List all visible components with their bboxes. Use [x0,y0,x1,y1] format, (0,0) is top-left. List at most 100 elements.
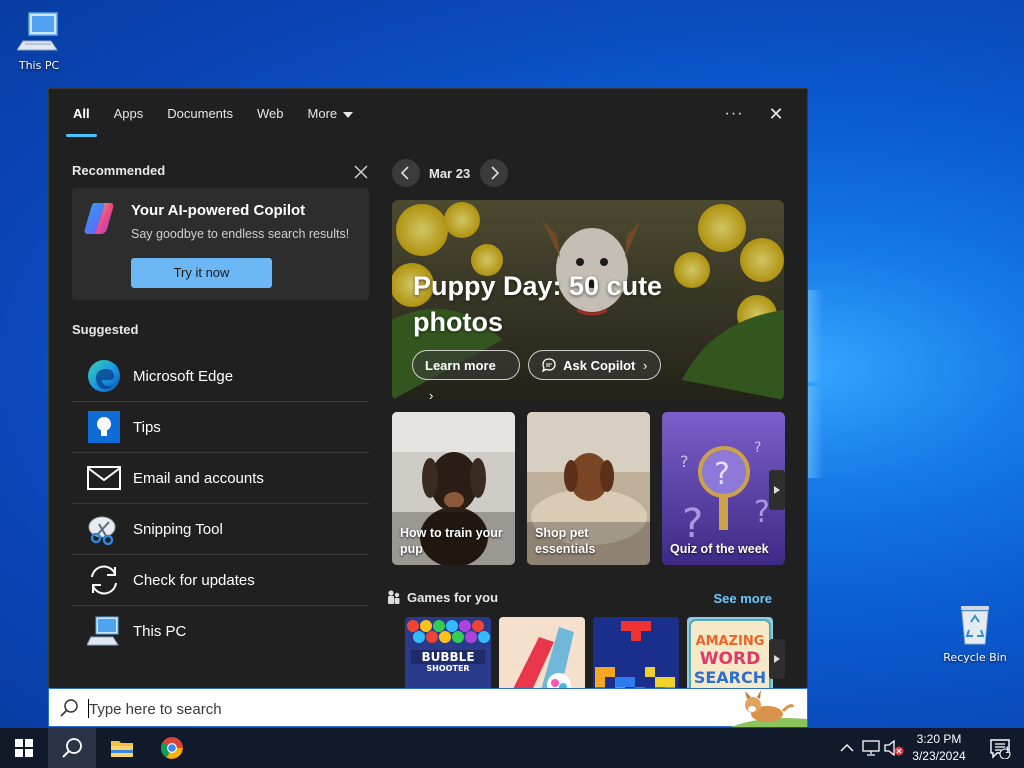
ask-copilot-label: Ask Copilot [563,358,636,373]
mail-icon [86,460,122,496]
suggested-item-label: Tips [133,418,161,436]
tile-how-to-train[interactable]: How to train your pup [392,412,515,565]
chevron-right-icon: › [429,388,434,400]
this-pc-icon [16,12,58,51]
desktop-icon-label: This PC [18,59,60,72]
search-icon [62,738,82,758]
windows-logo-icon [15,739,33,757]
svg-text:SEARCH: SEARCH [694,668,766,687]
highlights-date: Mar 23 [429,166,471,181]
tile-caption: Quiz of the week [670,542,769,556]
games-next-button[interactable] [769,639,785,679]
chevron-down-icon [343,111,354,118]
close-button[interactable]: ✕ [762,101,790,127]
tab-more[interactable]: More [296,89,366,139]
suggested-item-tips[interactable]: Tips [72,402,369,453]
svg-text:WORD: WORD [700,649,760,669]
tiles-next-button[interactable] [769,470,785,510]
svg-text:?: ? [714,457,730,492]
tab-apps[interactable]: Apps [102,89,156,139]
learn-more-button[interactable]: Learn more › [412,350,520,400]
tab-documents[interactable]: Documents [155,89,245,139]
chevron-right-icon [774,655,780,663]
start-button[interactable] [0,728,48,768]
search-icon [60,699,78,717]
suggested-item-email-and-accounts[interactable]: Email and accounts [72,453,369,504]
refresh-icon [86,562,122,598]
desktop-icon-this-pc[interactable]: This PC [2,10,76,72]
tile-caption: Shop pet essentials [535,526,596,556]
volume-muted-icon[interactable] [884,740,904,756]
copilot-card: Your AI-powered Copilot Say goodbye to e… [72,188,369,300]
suggested-item-label: Snipping Tool [133,520,223,538]
try-it-now-button[interactable]: Try it now [131,258,272,288]
chevron-right-icon: › [643,358,648,373]
chat-bubble-icon [541,358,556,373]
close-icon[interactable] [352,163,370,181]
suggested-item-microsoft-edge[interactable]: Microsoft Edge [72,351,369,402]
suggested-item-this-pc[interactable]: This PC [72,606,369,656]
game-blocks[interactable] [593,617,679,688]
file-explorer-button[interactable] [98,728,146,768]
search-tabs: All Apps Documents Web More [61,89,365,139]
suggested-title: Suggested [72,322,139,337]
suggested-item-label: Microsoft Edge [133,367,234,385]
tab-more-label: More [307,106,338,121]
game-bubble-shooter[interactable]: BUBBLE SHOOTER [405,617,491,688]
search-input[interactable] [87,695,691,723]
svg-text:SHOOTER: SHOOTER [426,664,469,673]
tile-shop-pet-essentials[interactable]: Shop pet essentials [527,412,650,565]
wallpaper-beam [808,386,822,478]
suggested-item-label: This PC [133,622,187,640]
snipping-tool-icon [86,511,122,547]
suggested-item-check-for-updates[interactable]: Check for updates [72,555,369,606]
notification-badge: 1 [1005,745,1011,755]
tile-quiz-of-the-week[interactable]: ? ? ? ? ? Quiz of the week [662,412,785,565]
more-options-button[interactable]: ··· [720,101,748,127]
search-panel: All Apps Documents Web More ··· ✕ Recomm… [48,88,808,688]
this-pc-icon [86,613,122,649]
see-more-link[interactable]: See more [713,591,772,606]
chevron-right-icon [491,166,500,180]
tab-web[interactable]: Web [245,89,296,139]
copilot-card-title: Your AI-powered Copilot [131,202,306,219]
tips-icon [86,409,122,445]
taskbar-search-button[interactable] [48,728,96,768]
next-button[interactable] [480,159,508,187]
svg-text:?: ? [754,495,770,530]
svg-text:AMAZING: AMAZING [696,634,765,649]
svg-text:BUBBLE: BUBBLE [421,650,474,664]
wallpaper-beam [808,290,822,382]
puppy-highlight-icon[interactable] [731,689,807,727]
games-icon [388,590,400,604]
recommended-title: Recommended [72,163,166,178]
clock-date: 3/23/2024 [912,749,966,763]
copilot-logo-icon [84,203,114,234]
folder-icon [111,741,133,757]
bubble-shooter-thumbnail: BUBBLE SHOOTER [405,617,491,688]
network-icon[interactable] [862,740,880,756]
game-rocket[interactable] [499,617,585,688]
chrome-button[interactable] [148,728,196,768]
chevron-up-icon[interactable] [840,743,854,753]
chevron-right-icon [774,486,780,494]
notification-center-button[interactable]: 1 [976,728,1024,768]
svg-text:?: ? [680,452,689,471]
recycle-bin-icon [961,606,989,645]
clock-time: 3:20 PM [916,732,962,746]
left-column: Recommended Your AI-powered Copilot Say … [72,155,369,656]
desktop-icon-recycle-bin[interactable]: Recycle Bin [938,602,1012,664]
system-clock[interactable]: 3:20 PM 3/23/2024 [906,731,972,765]
tab-all[interactable]: All [61,89,102,139]
search-bar [48,688,808,727]
suggested-item-snipping-tool[interactable]: Snipping Tool [72,504,369,555]
ask-copilot-button[interactable]: Ask Copilot › [528,350,661,380]
game-thumbnail [499,617,585,688]
hero-card[interactable]: Puppy Day: 50 cute photos Learn more › A… [392,200,784,400]
chrome-icon [161,737,183,759]
copilot-card-subtitle: Say goodbye to endless search results! [131,227,350,241]
suggested-list: Microsoft Edge Tips Email and accounts S… [72,351,369,656]
previous-button[interactable] [392,159,420,187]
svg-text:?: ? [754,440,761,456]
game-word-search[interactable]: AMAZING WORD SEARCH [687,617,773,688]
